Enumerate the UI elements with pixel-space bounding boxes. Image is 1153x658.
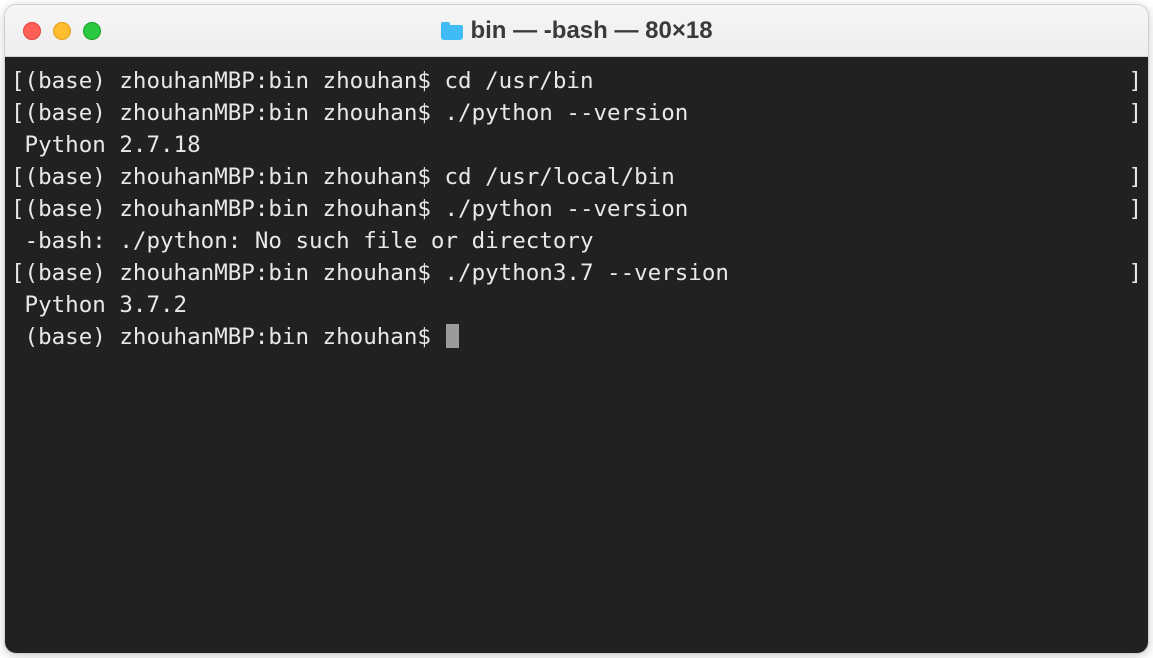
titlebar[interactable]: bin — -bash — 80×18 (5, 5, 1148, 57)
prompt-and-command: [(base) zhouhanMBP:bin zhouhan$ ./python… (11, 193, 688, 225)
terminal-output[interactable]: [(base) zhouhanMBP:bin zhouhan$ cd /usr/… (5, 57, 1148, 653)
terminal-prompt-line: [(base) zhouhanMBP:bin zhouhan$ cd /usr/… (11, 65, 1142, 97)
terminal-prompt-line: [(base) zhouhanMBP:bin zhouhan$ cd /usr/… (11, 161, 1142, 193)
prompt-and-command: [(base) zhouhanMBP:bin zhouhan$ cd /usr/… (11, 161, 675, 193)
terminal-prompt-line: [(base) zhouhanMBP:bin zhouhan$ ./python… (11, 97, 1142, 129)
terminal-output-line: Python 3.7.2 (11, 289, 1142, 321)
close-button[interactable] (23, 22, 41, 40)
maximize-button[interactable] (83, 22, 101, 40)
terminal-prompt-line: [(base) zhouhanMBP:bin zhouhan$ ./python… (11, 193, 1142, 225)
traffic-lights (23, 22, 101, 40)
terminal-output-line: -bash: ./python: No such file or directo… (11, 225, 1142, 257)
line-end-bracket: ] (1128, 65, 1142, 97)
prompt-and-command: [(base) zhouhanMBP:bin zhouhan$ cd /usr/… (11, 65, 593, 97)
prompt-and-command: [(base) zhouhanMBP:bin zhouhan$ ./python… (11, 257, 729, 289)
cursor (446, 324, 459, 348)
terminal-prompt-line: [(base) zhouhanMBP:bin zhouhan$ ./python… (11, 257, 1142, 289)
prompt-and-command: [(base) zhouhanMBP:bin zhouhan$ ./python… (11, 97, 688, 129)
folder-icon (440, 22, 462, 40)
minimize-button[interactable] (53, 22, 71, 40)
line-end-bracket: ] (1128, 97, 1142, 129)
line-end-bracket: ] (1128, 257, 1142, 289)
terminal-prompt-line: (base) zhouhanMBP:bin zhouhan$ (11, 321, 1142, 353)
terminal-window: bin — -bash — 80×18 [(base) zhouhanMBP:b… (4, 4, 1149, 654)
window-title: bin — -bash — 80×18 (440, 17, 712, 45)
line-end-bracket: ] (1128, 193, 1142, 225)
terminal-output-line: Python 2.7.18 (11, 129, 1142, 161)
prompt-and-command: (base) zhouhanMBP:bin zhouhan$ (11, 321, 459, 353)
window-title-text: bin — -bash — 80×18 (470, 17, 712, 45)
line-end-bracket: ] (1128, 161, 1142, 193)
